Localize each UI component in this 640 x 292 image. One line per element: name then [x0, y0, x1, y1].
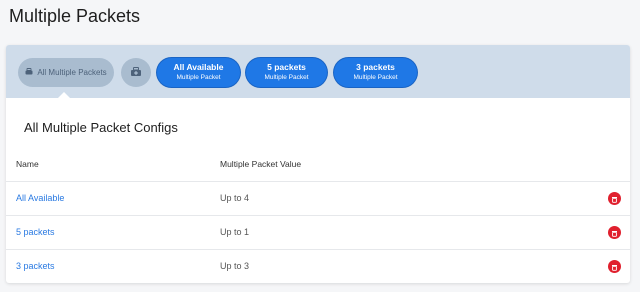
delete-button[interactable] — [608, 226, 621, 239]
row-value: Up to 3 — [220, 261, 250, 271]
packets-card: All Multiple Packets All Available Multi… — [6, 45, 630, 283]
packet-pill-5-packets[interactable]: 5 packets Multiple Packet — [246, 58, 327, 87]
row-value: Up to 4 — [220, 193, 250, 203]
all-multiple-packets-label: All Multiple Packets — [37, 68, 107, 77]
add-packet-button[interactable] — [121, 58, 151, 87]
delete-button[interactable] — [608, 192, 621, 205]
section-title: All Multiple Packet Configs — [24, 120, 178, 135]
table-row: All Available Up to 4 — [6, 181, 630, 216]
packet-pill-subtitle: Multiple Packet — [353, 74, 398, 81]
row-value: Up to 1 — [220, 227, 250, 237]
trash-icon — [611, 224, 618, 242]
trash-icon — [611, 190, 618, 208]
selected-caret — [58, 92, 70, 98]
packet-pill-title: 3 packets — [356, 62, 395, 72]
packet-stack-icon — [25, 68, 33, 77]
row-name-link[interactable]: 5 packets — [16, 227, 55, 237]
packet-filter-bar: All Multiple Packets All Available Multi… — [6, 45, 630, 98]
row-name-link[interactable]: 3 packets — [16, 261, 55, 271]
page-title: Multiple Packets — [9, 6, 141, 26]
column-header-value: Multiple Packet Value — [220, 159, 302, 169]
delete-button[interactable] — [608, 260, 621, 273]
packet-pill-title: 5 packets — [267, 62, 306, 72]
row-name-link[interactable]: All Available — [16, 193, 64, 203]
packet-pill-subtitle: Multiple Packet — [264, 74, 309, 81]
all-multiple-packets-pill[interactable]: All Multiple Packets — [18, 58, 114, 87]
packet-pill-title: All Available — [173, 62, 224, 72]
packet-pill-subtitle: Multiple Packet — [176, 74, 221, 81]
table-row: 3 packets Up to 3 — [6, 249, 630, 283]
table-row: 5 packets Up to 1 — [6, 215, 630, 250]
packet-pill-all-available[interactable]: All Available Multiple Packet — [157, 58, 240, 87]
trash-icon — [611, 258, 618, 276]
add-packet-icon — [130, 64, 142, 82]
packet-pill-3-packets[interactable]: 3 packets Multiple Packet — [334, 58, 417, 87]
column-header-name: Name — [16, 159, 39, 169]
